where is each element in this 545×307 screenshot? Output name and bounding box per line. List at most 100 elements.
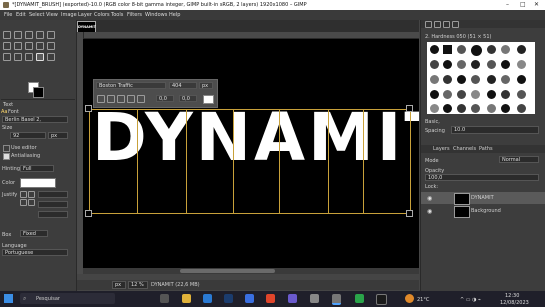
opacity-slider[interactable]: 100,0 [425,174,539,181]
italic-icon[interactable] [117,95,125,103]
brush-item[interactable] [457,104,466,113]
menu-edit[interactable]: Edit [16,12,26,18]
app-icon[interactable] [288,294,297,303]
brush-item[interactable] [501,75,510,84]
close-button[interactable]: ✕ [534,1,539,8]
menu-image[interactable]: Image [61,12,77,18]
justify-center-icon[interactable] [20,199,27,206]
brush-item[interactable] [457,60,466,69]
brush-item[interactable] [457,90,466,99]
menu-view[interactable]: View [46,12,58,18]
layer-row[interactable]: ◉ Background [421,205,545,218]
use-editor-checkbox[interactable] [3,145,10,152]
text-color-button[interactable] [20,178,56,188]
brush-item[interactable] [517,104,526,113]
document-history-tab-icon[interactable] [452,21,459,28]
brush-item[interactable] [517,90,526,99]
app-icon[interactable] [245,294,254,303]
horizontal-ruler[interactable] [83,32,419,39]
file-explorer-icon[interactable] [182,294,191,303]
brush-item[interactable] [487,75,496,84]
unit-select[interactable]: px [112,281,126,289]
letter-spacing-field[interactable] [38,211,68,218]
brush-item[interactable] [471,45,482,56]
brush-item[interactable] [501,104,510,113]
bucket-fill-tool-icon[interactable] [25,42,33,50]
clock-date[interactable]: 12/08/2023 [500,300,529,306]
mode-select[interactable]: Normal [499,156,539,163]
transform-handle[interactable] [406,210,413,217]
tab-channels[interactable]: Channels [453,146,476,152]
crop-tool-icon[interactable] [47,31,55,39]
menu-colors[interactable]: Colors [94,12,110,18]
image-canvas[interactable]: DYNAMIT Boston Traffic 404 px 0,0 0,0 [83,39,419,268]
brush-item[interactable] [501,90,510,99]
bold-icon[interactable] [107,95,115,103]
brush-grid[interactable] [427,42,535,114]
brush-item[interactable] [487,90,496,99]
brush-item[interactable] [430,90,439,99]
brush-item[interactable] [457,75,466,84]
size-unit-select[interactable]: px [48,132,68,139]
brush-item[interactable] [471,75,480,84]
text-tool-icon[interactable] [36,53,44,61]
app-icon[interactable] [266,294,275,303]
brush-item[interactable] [487,104,496,113]
tab-layers[interactable]: Layers [433,146,450,152]
tray-icons[interactable]: ^ ▭ ◑ ⌁ [460,297,481,303]
taskbar-search[interactable]: ⌕ Pesquisar [20,293,115,304]
eraser-tool-icon[interactable] [47,42,55,50]
app-icon[interactable] [310,294,319,303]
path-tool-icon[interactable] [25,53,33,61]
menu-tools[interactable]: Tools [111,12,123,18]
app-icon[interactable] [355,294,364,303]
start-windows-icon[interactable] [4,294,13,303]
lasso-tool-icon[interactable] [25,31,33,39]
edge-icon[interactable] [203,294,212,303]
strikethrough-icon[interactable] [137,95,145,103]
transform-tool-icon[interactable] [3,42,11,50]
scrollbar-thumb[interactable] [180,269,275,273]
spacing-slider[interactable]: 10.0 [451,126,539,134]
tab-paths[interactable]: Paths [479,146,493,152]
box-select[interactable]: Fixed [20,230,48,237]
background-color-swatch[interactable] [33,87,44,98]
app-icon[interactable] [376,294,387,305]
clear-style-icon[interactable] [97,95,105,103]
brush-item[interactable] [487,45,496,54]
line-spacing-field[interactable] [38,201,68,208]
brush-item[interactable] [443,75,452,84]
language-field[interactable]: Portuguese [2,249,68,256]
brush-item[interactable] [517,45,526,54]
steam-icon[interactable] [224,294,233,303]
clone-tool-icon[interactable] [3,53,11,61]
warp-tool-icon[interactable] [14,42,22,50]
maximize-button[interactable]: □ [520,1,526,8]
brush-item[interactable] [430,45,439,54]
brush-item[interactable] [487,60,496,69]
menu-select[interactable]: Select [29,12,44,18]
brush-item[interactable] [430,60,439,69]
brush-item[interactable] [443,60,452,69]
brushes-tab-icon[interactable] [425,21,432,28]
justify-fill-icon[interactable] [28,199,35,206]
transform-handle[interactable] [406,105,413,112]
fonts-tab-icon[interactable] [443,21,450,28]
brush-item[interactable] [501,45,510,54]
size-unit-select[interactable]: px [199,82,213,89]
smudge-tool-icon[interactable] [14,53,22,61]
hinting-select[interactable]: Full [20,165,54,172]
brush-item[interactable] [501,60,510,69]
visibility-eye-icon[interactable]: ◉ [427,195,432,202]
minimize-button[interactable]: – [506,1,509,8]
rect-select-tool-icon[interactable] [14,31,22,39]
brush-item[interactable] [430,75,439,84]
paintbrush-tool-icon[interactable] [36,42,44,50]
justify-right-icon[interactable] [28,191,35,198]
brush-item[interactable] [443,45,452,54]
underline-icon[interactable] [127,95,135,103]
menu-help[interactable]: Help [169,12,180,18]
menu-layer[interactable]: Layer [78,12,92,18]
fuzzy-select-tool-icon[interactable] [36,31,44,39]
brush-item[interactable] [471,90,480,99]
